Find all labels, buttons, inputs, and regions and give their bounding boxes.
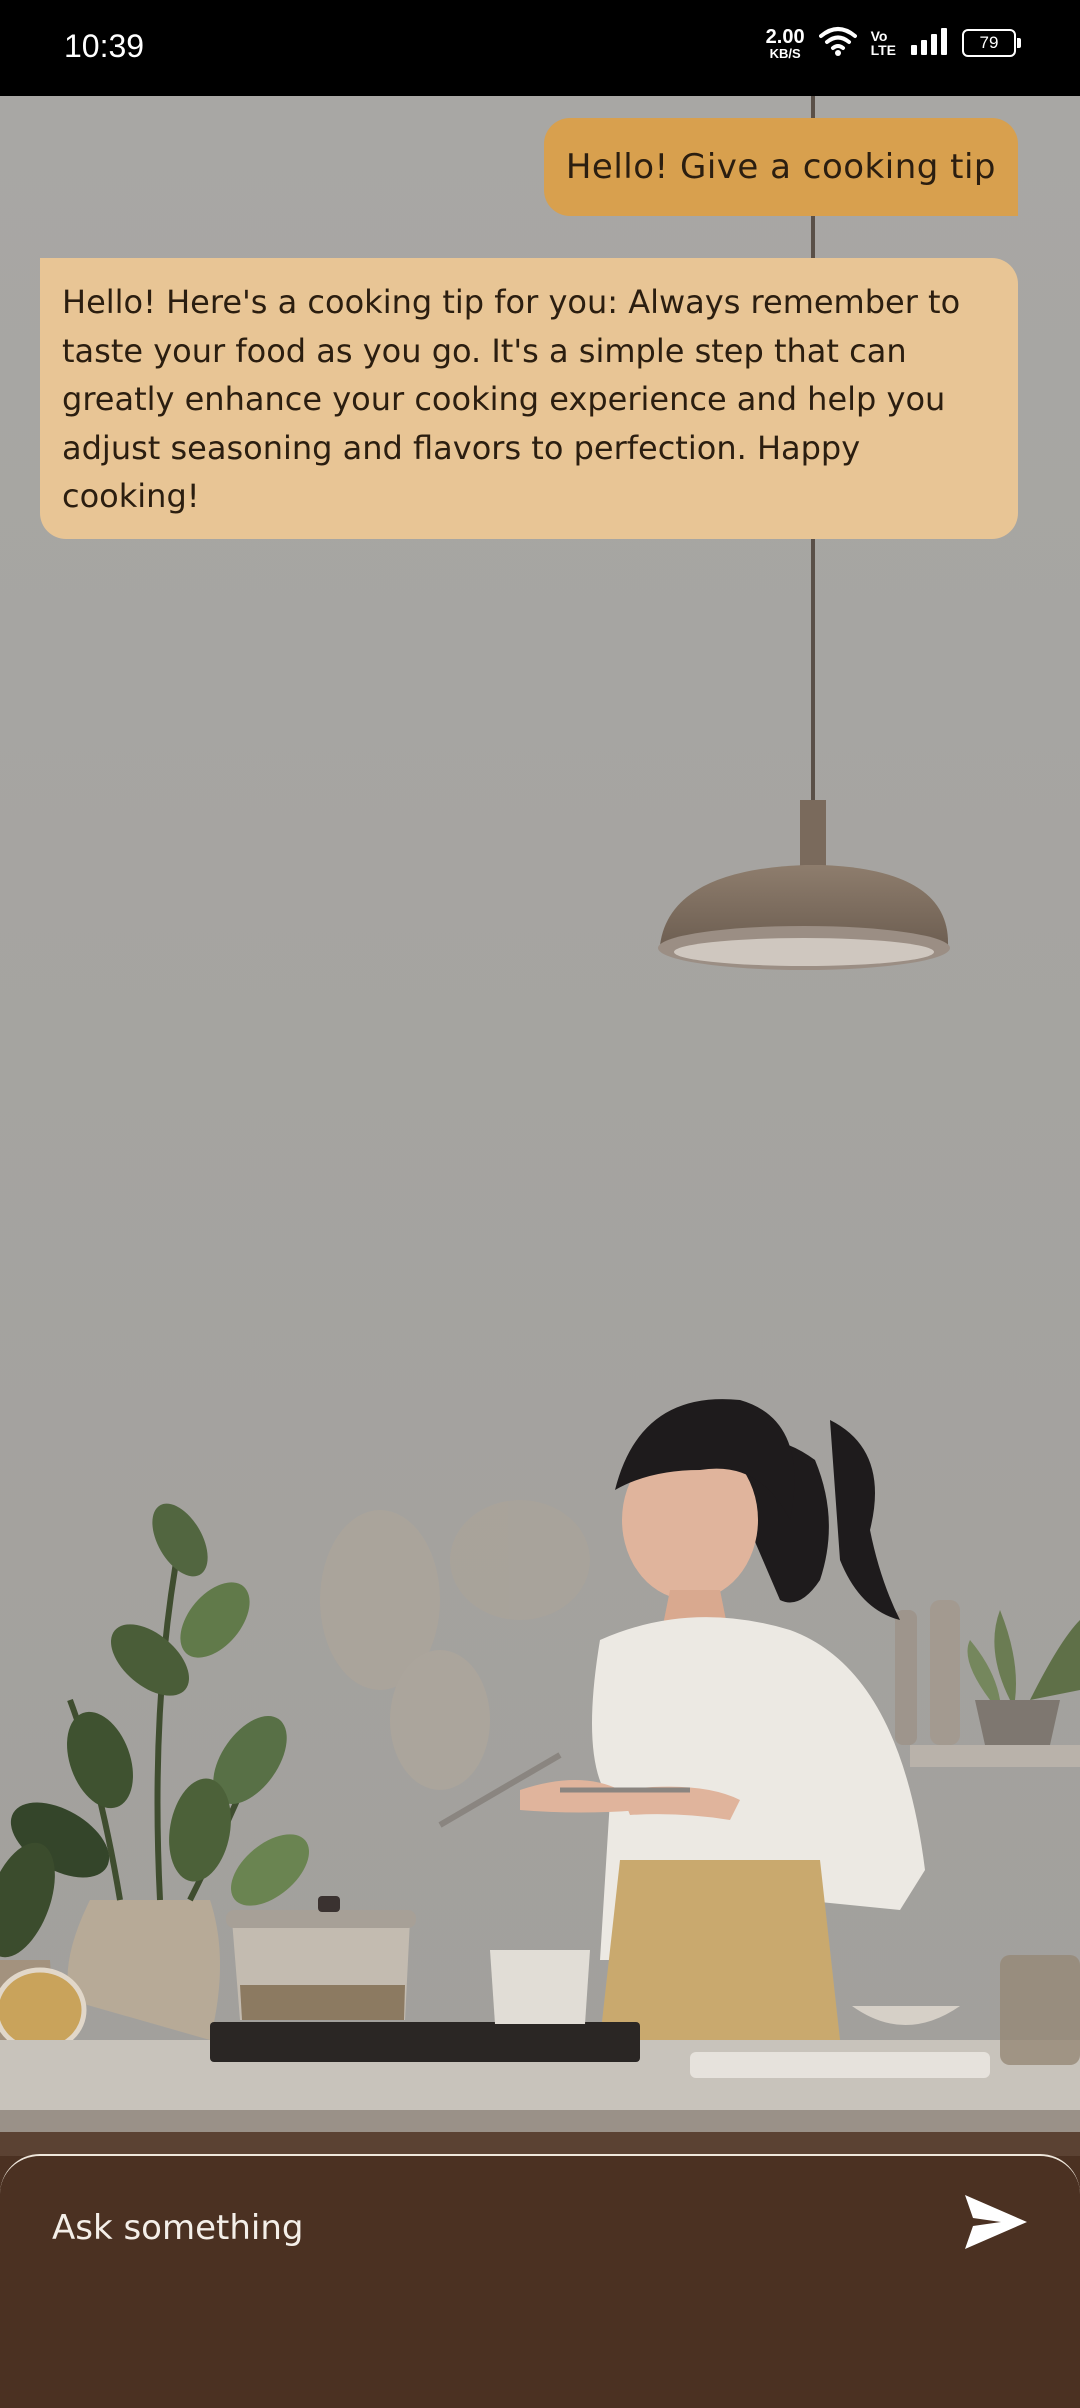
volte-icon: Vo LTE	[871, 29, 896, 57]
status-icons: 2.00 KB/S Vo LTE 79	[766, 26, 1021, 60]
wifi-icon	[818, 26, 857, 60]
battery-level: 79	[979, 33, 999, 52]
user-message-text: Hello! Give a cooking tip	[565, 147, 996, 187]
status-time: 10:39	[64, 28, 145, 64]
battery-icon: 79	[962, 29, 1021, 57]
status-bar: 10:39 2.00 KB/S Vo LTE 79	[0, 0, 1080, 96]
network-speed-unit: KB/S	[769, 45, 801, 61]
message-composer	[0, 2154, 1080, 2408]
assistant-message-bubble: Hello! Here's a cooking tip for you: Alw…	[40, 258, 1018, 539]
assistant-message-text: Hello! Here's a cooking tip for you: Alw…	[62, 283, 961, 515]
send-icon	[965, 2195, 1027, 2249]
send-button[interactable]	[958, 2184, 1034, 2260]
volte-bottom-label: LTE	[870, 42, 896, 58]
user-message-bubble: Hello! Give a cooking tip	[543, 118, 1018, 216]
volte-top-label: Vo	[870, 28, 888, 44]
message-input[interactable]	[52, 2200, 912, 2256]
network-speed-value: 2.00	[765, 25, 805, 48]
network-speed: 2.00 KB/S	[766, 27, 805, 60]
signal-icon	[910, 27, 948, 59]
